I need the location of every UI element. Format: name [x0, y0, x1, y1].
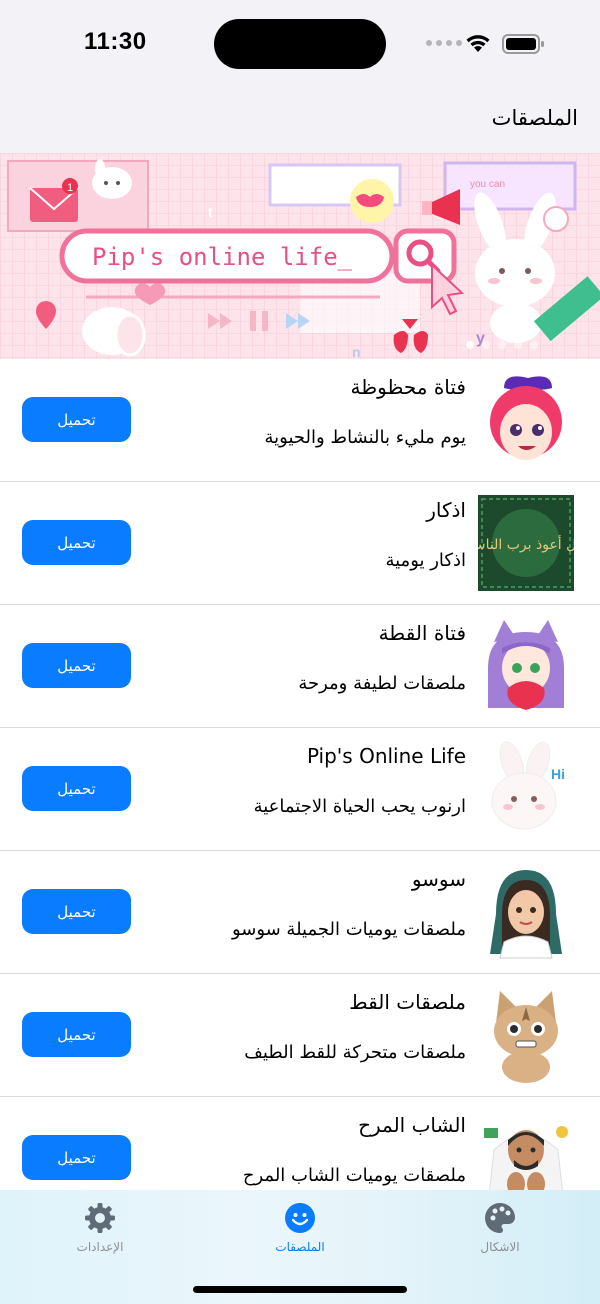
- calligraphy-text: قل أعوذ برب الناس: [478, 535, 574, 553]
- bunny-bubble-text: Hi: [551, 766, 565, 782]
- sunglasses-icon: [350, 179, 394, 223]
- tab-settings[interactable]: الإعدادات: [30, 1200, 170, 1260]
- banner-letter-t: t: [208, 204, 213, 220]
- download-button[interactable]: تحميل: [22, 643, 131, 688]
- lucky-girl-sticker-icon: [478, 372, 574, 468]
- soso-girl-sticker-icon: [478, 864, 574, 960]
- home-indicator[interactable]: [193, 1286, 407, 1293]
- download-button[interactable]: تحميل: [22, 397, 131, 442]
- mail-badge: 1: [67, 182, 73, 194]
- pack-title: Pip's Online Life: [306, 744, 466, 768]
- pack-title: سوسو: [411, 867, 466, 891]
- tab-shapes[interactable]: الاشكال: [430, 1200, 570, 1260]
- pack-title: فتاة القطة: [378, 621, 466, 645]
- download-button[interactable]: تحميل: [22, 1135, 131, 1180]
- sticker-pack-list: فتاة محظوظة يوم مليء بالنشاط والحيوية تح…: [0, 359, 600, 1220]
- download-button[interactable]: تحميل: [22, 1012, 131, 1057]
- tab-stickers-label: الملصقات: [275, 1240, 325, 1254]
- banner-letter-n: n: [352, 344, 361, 359]
- pack-subtitle: ملصقات متحركة للقط الطيف: [244, 1042, 466, 1063]
- banner-title: Pip's online life_: [92, 243, 353, 271]
- pack-subtitle: ملصقات يوميات الجميلة سوسو: [231, 919, 466, 940]
- tab-stickers[interactable]: الملصقات: [230, 1200, 370, 1260]
- page-title: الملصقات: [491, 106, 578, 130]
- list-item[interactable]: Hi Pip's Online Life ارنوب يحب الحياة ال…: [0, 728, 600, 851]
- list-item[interactable]: سوسو ملصقات يوميات الجميلة سوسو تحميل: [0, 851, 600, 974]
- pack-title: الشاب المرح: [358, 1113, 466, 1137]
- battery-icon: [502, 34, 544, 54]
- gear-icon: [85, 1203, 115, 1233]
- cellular-signal-icon: [426, 40, 462, 46]
- download-button[interactable]: تحميل: [22, 766, 131, 811]
- tab-settings-label: الإعدادات: [76, 1240, 124, 1254]
- status-bar: 11:30: [0, 0, 600, 90]
- dynamic-island: [214, 19, 386, 69]
- status-time: 11:30: [84, 28, 147, 55]
- pack-title: اذكار: [426, 498, 466, 522]
- cat-girl-sticker-icon: [478, 618, 574, 714]
- tab-shapes-label: الاشكال: [480, 1240, 520, 1254]
- bunny-sticker-icon: Hi: [478, 741, 574, 837]
- list-item[interactable]: ملصقات القط ملصقات متحركة للقط الطيف تحم…: [0, 974, 600, 1097]
- pack-subtitle: يوم مليء بالنشاط والحيوية: [264, 427, 466, 448]
- pack-subtitle: ارنوب يحب الحياة الاجتماعية: [253, 796, 466, 817]
- list-item[interactable]: فتاة القطة ملصقات لطيفة ومرحة تحميل: [0, 605, 600, 728]
- palette-icon: [485, 1203, 515, 1233]
- download-button[interactable]: تحميل: [22, 889, 131, 934]
- pack-title: فتاة محظوظة: [350, 375, 466, 399]
- list-item[interactable]: فتاة محظوظة يوم مليء بالنشاط والحيوية تح…: [0, 359, 600, 482]
- pack-subtitle: اذكار يومية: [385, 550, 466, 571]
- pack-title: ملصقات القط: [349, 990, 466, 1014]
- cat-sticker-icon: [478, 987, 574, 1083]
- azkar-calligraphy-icon: قل أعوذ برب الناس: [478, 495, 574, 591]
- featured-banner[interactable]: 1 t you can Pip's online life_ y n: [0, 153, 600, 359]
- wifi-icon: [466, 35, 490, 52]
- list-item[interactable]: قل أعوذ برب الناس اذكار اذكار يومية تحمي…: [0, 482, 600, 605]
- banner-alt-text: you can: [470, 179, 505, 190]
- navigation-bar: الملصقات: [0, 90, 600, 153]
- pack-subtitle: ملصقات يوميات الشاب المرح: [242, 1165, 466, 1186]
- smiley-icon: [285, 1203, 315, 1233]
- pack-subtitle: ملصقات لطيفة ومرحة: [298, 673, 466, 694]
- download-button[interactable]: تحميل: [22, 520, 131, 565]
